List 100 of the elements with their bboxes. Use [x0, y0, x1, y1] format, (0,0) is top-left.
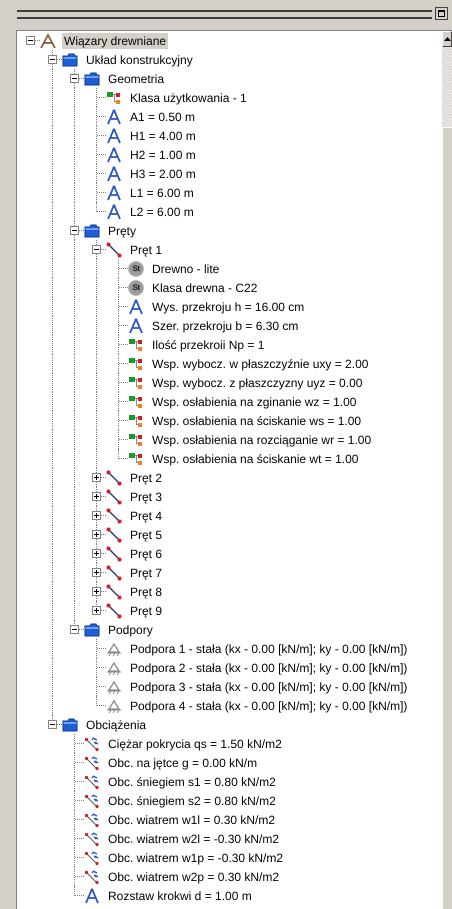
expand-toggle[interactable] [92, 492, 101, 501]
load-icon [84, 774, 100, 790]
tree-item[interactable]: Obc. wiatrem w2l = -0.30 kN/m2 [106, 830, 282, 846]
tree-item[interactable]: Podpora 2 - stała (kx - 0.00 [kN/m]; ky - 0.00 [kN/m]) [128, 660, 410, 676]
tree-item[interactable]: Obc. na jętce g = 0.00 kN/m [106, 754, 260, 770]
tree-item[interactable]: Wsp. osłabienia na rozciąganie wr = 1.00 [150, 432, 374, 448]
collapse-toggle[interactable] [70, 625, 79, 634]
tree-item[interactable]: Układ konstrukcyjny [84, 52, 195, 68]
tree-item[interactable]: Ilość przekroii Np = 1 [150, 336, 266, 352]
compass-icon [106, 108, 122, 124]
tree-item[interactable]: Pręt 3 [128, 488, 164, 504]
tree-item[interactable]: Pręt 7 [128, 564, 164, 580]
compass-icon [106, 184, 122, 200]
tree-item[interactable]: Obc. śniegiem s1 = 0.80 kN/m2 [106, 774, 278, 790]
tree-item[interactable]: Pręty [106, 222, 138, 238]
expand-toggle[interactable] [92, 606, 101, 615]
tree-item[interactable]: Obc. wiatrem w2p = 0.30 kN/m2 [106, 868, 282, 884]
bar-member-icon [106, 508, 122, 524]
load-icon [84, 850, 100, 866]
tree-item[interactable]: Podpora 4 - stała (kx - 0.00 [kN/m]; ky - 0.00 [kN/m]) [128, 698, 410, 714]
collapse-toggle[interactable] [26, 36, 35, 45]
bar-member-icon [106, 470, 122, 486]
tree-item[interactable]: Podpory [106, 622, 155, 638]
tree-item[interactable]: Obciążenia [84, 716, 148, 732]
tree-item[interactable]: Klasa drewna - C22 [150, 280, 260, 296]
tree-item[interactable]: Obc. wiatrem w1l = 0.30 kN/m2 [106, 812, 278, 828]
parameter-icon [128, 432, 144, 448]
parameter-icon [106, 90, 122, 106]
tree-item[interactable]: Obc. wiatrem w1p = -0.30 kN/m2 [106, 850, 286, 866]
load-icon [84, 754, 100, 770]
tree-item[interactable]: Pręt 8 [128, 584, 164, 600]
support-icon [106, 678, 122, 694]
load-icon [84, 868, 100, 884]
bar-member-icon [106, 602, 122, 618]
expand-toggle[interactable] [92, 473, 101, 482]
tree-item[interactable]: Pręt 4 [128, 508, 164, 524]
parameter-icon [128, 374, 144, 390]
material-icon: St [128, 260, 144, 276]
tree-item[interactable]: Obc. śniegiem s2 = 0.80 kN/m2 [106, 792, 278, 808]
parameter-icon [128, 336, 144, 352]
tree-item[interactable]: Podpora 3 - stała (kx - 0.00 [kN/m]; ky - 0.00 [kN/m]) [128, 678, 410, 694]
expand-toggle[interactable] [92, 568, 101, 577]
folder-icon [62, 716, 78, 732]
tree-item[interactable]: Podpora 1 - stała (kx - 0.00 [kN/m]; ky - 0.00 [kN/m]) [128, 640, 410, 656]
bar-member-icon [106, 584, 122, 600]
compass-icon [106, 128, 122, 144]
expand-toggle[interactable] [92, 511, 101, 520]
tree-item[interactable]: Drewno - lite [150, 260, 222, 276]
expand-toggle[interactable] [92, 587, 101, 596]
tree-item[interactable]: Rozstaw krokwi d = 1.00 m [106, 888, 254, 904]
tree-item[interactable]: Wsp. wybocz. z płaszczyzny uyz = 0.00 [150, 374, 364, 390]
material-icon: St [128, 280, 144, 296]
load-icon [84, 830, 100, 846]
expand-toggle[interactable] [92, 530, 101, 539]
compass-icon [128, 318, 144, 334]
folder-icon [84, 70, 100, 86]
tree-item[interactable]: Pręt 1 [128, 242, 164, 258]
tree-item[interactable]: Wsp. wybocz. w płaszczyźnie uxy = 2.00 [150, 356, 370, 372]
support-icon [106, 698, 122, 714]
load-icon [84, 812, 100, 828]
bar-member-icon [106, 546, 122, 562]
bar-member-icon [106, 242, 122, 258]
tree-item[interactable]: Wsp. osłabienia na ściskanie ws = 1.00 [150, 412, 364, 428]
tree-item[interactable]: H3 = 2.00 m [128, 166, 198, 182]
tree-item[interactable]: H2 = 1.00 m [128, 146, 198, 162]
compass-icon [106, 166, 122, 182]
scroll-up-button[interactable] [442, 31, 452, 47]
folder-icon [84, 222, 100, 238]
tree-item[interactable]: Wsp. osłabienia na ściskanie wt = 1.00 [150, 450, 360, 466]
expand-toggle[interactable] [92, 549, 101, 558]
support-icon [106, 640, 122, 656]
tree-item[interactable]: L1 = 6.00 m [128, 184, 196, 200]
collapse-toggle[interactable] [70, 226, 79, 235]
load-icon [84, 792, 100, 808]
tree-item[interactable]: Szer. przekroju b = 6.30 cm [150, 318, 300, 334]
folder-icon [62, 52, 78, 68]
bar-member-icon [106, 564, 122, 580]
restore-button[interactable] [435, 6, 448, 20]
tree-item[interactable]: Klasa użytkowania - 1 [128, 90, 249, 106]
tree-item[interactable]: Wsp. osłabienia na zginanie wz = 1.00 [150, 394, 358, 410]
tree-item[interactable]: Pręt 2 [128, 470, 164, 486]
tree-item[interactable]: L2 = 6.00 m [128, 204, 196, 220]
tree-item[interactable]: Wiązary drewniane [62, 32, 168, 48]
collapse-toggle[interactable] [48, 720, 57, 729]
tree-item[interactable]: Geometria [106, 70, 166, 86]
tree-item[interactable]: A1 = 0.50 m [128, 108, 198, 124]
tree-item[interactable]: Pręt 6 [128, 546, 164, 562]
compass-icon [106, 146, 122, 162]
collapse-toggle[interactable] [92, 245, 101, 254]
tree-item[interactable]: H1 = 4.00 m [128, 128, 198, 144]
tree-item[interactable]: Ciężar pokrycia qs = 1.50 kN/m2 [106, 736, 284, 752]
tree-item[interactable]: Pręt 5 [128, 526, 164, 542]
gripper-bar[interactable] [17, 10, 432, 18]
compass-icon [128, 298, 144, 314]
load-icon [84, 736, 100, 752]
tree-item[interactable]: Pręt 9 [128, 602, 164, 618]
collapse-toggle[interactable] [48, 55, 57, 64]
parameter-icon [128, 412, 144, 428]
collapse-toggle[interactable] [70, 74, 79, 83]
tree-item[interactable]: Wys. przekroju h = 16.00 cm [150, 298, 306, 314]
